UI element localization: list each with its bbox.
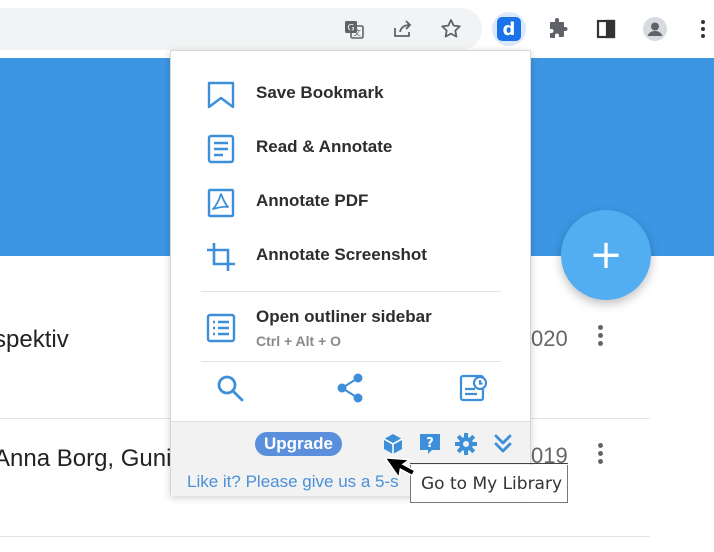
tooltip-border	[410, 463, 568, 464]
diigo-extension-icon[interactable]: d	[492, 12, 526, 46]
save-bookmark-item[interactable]: Save Bookmark	[171, 67, 530, 121]
svg-text:?: ?	[426, 436, 434, 451]
profile-avatar-icon[interactable]	[638, 12, 672, 46]
row-more-icon[interactable]	[598, 443, 604, 467]
outline-list-icon	[206, 313, 236, 343]
browser-menu-icon[interactable]	[686, 12, 714, 46]
menu-item-label: Annotate Screenshot	[256, 245, 427, 264]
search-icon[interactable]	[215, 373, 245, 403]
help-icon[interactable]: ?	[418, 432, 442, 456]
menu-item-label: Annotate PDF	[256, 191, 369, 210]
rate-us-link[interactable]: Like it? Please give us a 5-s	[187, 472, 399, 492]
upgrade-button[interactable]: Upgrade	[255, 432, 342, 456]
browser-window: G文 d + spektiv 020 Anna Borg, Gunil 019	[0, 0, 714, 552]
tooltip: Go to My Library	[410, 465, 568, 503]
expand-down-icon[interactable]	[491, 432, 515, 456]
document-icon	[207, 134, 235, 164]
row-divider	[0, 536, 650, 537]
open-outliner-item[interactable]: Open outliner sidebar Ctrl + Alt + O	[171, 299, 530, 361]
annotate-pdf-item[interactable]: Annotate PDF	[171, 175, 530, 229]
settings-icon[interactable]	[454, 432, 478, 456]
list-item-title[interactable]: Anna Borg, Gunil	[0, 445, 177, 473]
diigo-popup-menu: Save Bookmark Read & Annotate Annotate P…	[170, 50, 531, 496]
keyboard-shortcut: Ctrl + Alt + O	[256, 333, 342, 349]
menu-item-label: Save Bookmark	[256, 83, 384, 102]
side-panel-icon[interactable]	[589, 12, 623, 46]
extensions-puzzle-icon[interactable]	[541, 12, 575, 46]
menu-separator	[201, 361, 501, 362]
share-page-icon[interactable]	[386, 12, 420, 46]
add-fab-button[interactable]: +	[561, 210, 651, 300]
row-more-icon[interactable]	[598, 325, 604, 349]
share-icon[interactable]	[336, 373, 366, 403]
menu-item-label: Open outliner sidebar	[256, 307, 432, 326]
mouse-pointer-icon	[384, 456, 416, 480]
list-item-year: 020	[531, 326, 568, 351]
translate-icon[interactable]: G文	[337, 12, 371, 46]
bookmark-icon	[207, 81, 235, 109]
menu-separator	[201, 291, 501, 292]
pdf-icon	[207, 188, 235, 218]
menu-item-label: Read & Annotate	[256, 137, 393, 156]
read-annotate-item[interactable]: Read & Annotate	[171, 121, 530, 175]
star-icon[interactable]	[434, 12, 468, 46]
diigo-logo: d	[497, 17, 521, 41]
svg-text:文: 文	[353, 28, 361, 38]
page-history-icon[interactable]	[459, 373, 489, 403]
annotate-screenshot-item[interactable]: Annotate Screenshot	[171, 229, 530, 283]
list-item-title[interactable]: spektiv	[0, 326, 69, 354]
crop-icon	[207, 243, 235, 271]
